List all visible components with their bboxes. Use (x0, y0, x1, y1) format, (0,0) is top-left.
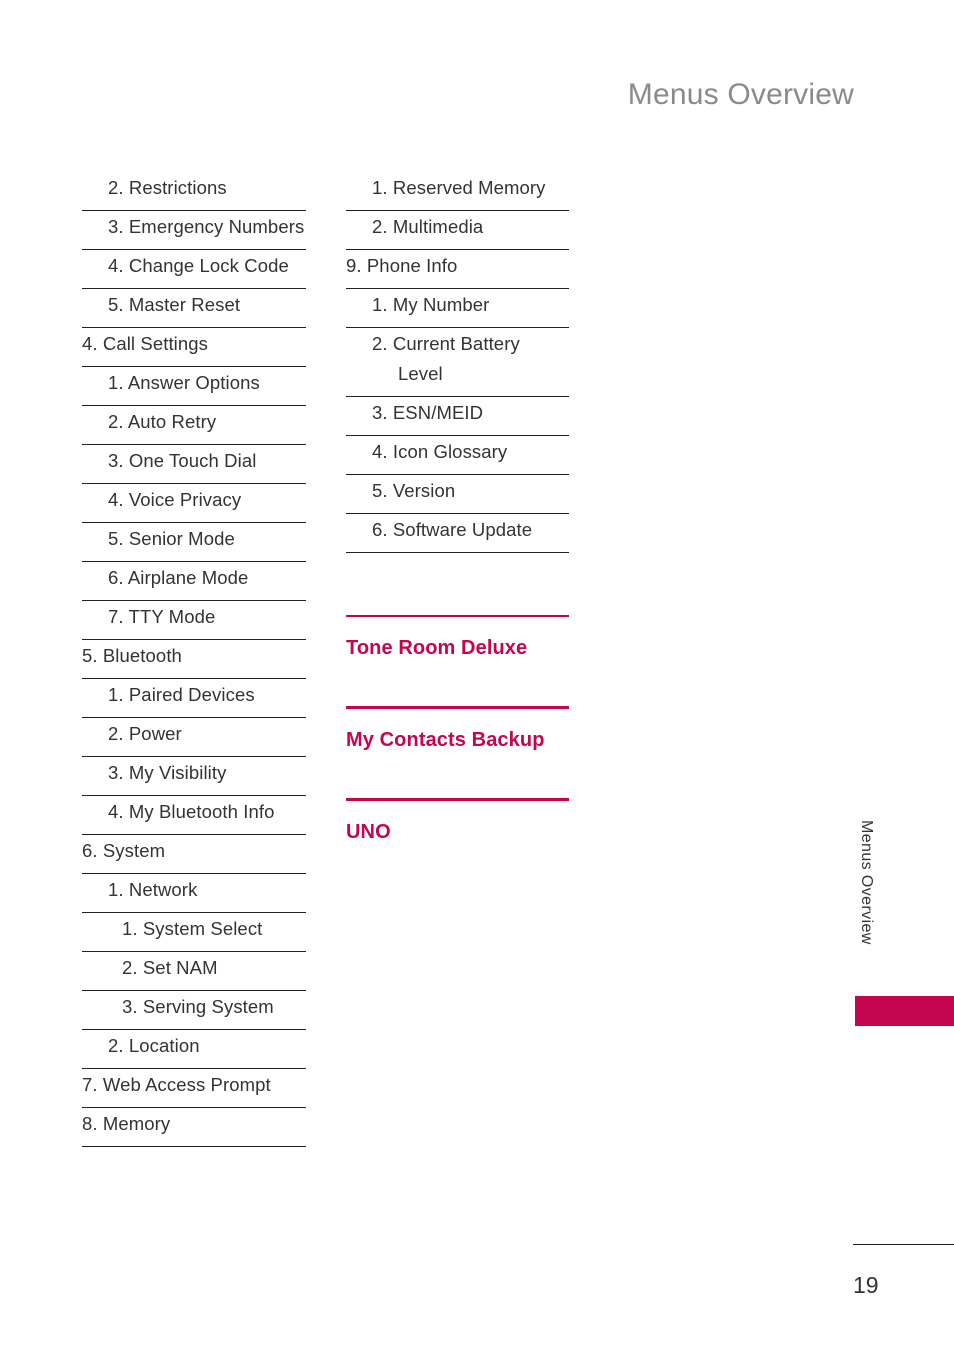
menu-item: 9. Phone Info (346, 250, 569, 289)
menu-item-label: 2. Set NAM (122, 957, 218, 978)
footer-rule (853, 1244, 954, 1245)
menu-item: 3. Serving System (82, 991, 306, 1030)
menu-item-label: 2. Location (108, 1035, 200, 1056)
menu-item: 1. Answer Options (82, 367, 306, 406)
menu-item-label: 3. Serving System (122, 996, 274, 1017)
menu-item: 3. My Visibility (82, 757, 306, 796)
menu-item: 1. System Select (82, 913, 306, 952)
section-block: UNO (346, 798, 569, 844)
menu-item: 2. Auto Retry (82, 406, 306, 445)
menu-item-label: 7. Web Access Prompt (82, 1074, 271, 1095)
menu-item-label: 4. My Bluetooth Info (108, 801, 275, 822)
menu-item-label: 7. TTY Mode (108, 606, 216, 627)
menu-item: 6. Software Update (346, 514, 569, 553)
menu-item-label: 2. Auto Retry (108, 411, 217, 432)
menu-item-label: 6. Airplane Mode (108, 567, 249, 588)
menu-item-label: 1. System Select (122, 918, 263, 939)
menu-item-label: 3. ESN/MEID (372, 402, 484, 423)
menu-item: 5. Master Reset (82, 289, 306, 328)
page-title: Menus Overview (627, 78, 854, 111)
menu-item: 4. Icon Glossary (346, 436, 569, 475)
menu-column-right: 1. Reserved Memory 2. Multimedia 9. Phone … (346, 172, 569, 844)
menu-item-label: 8. Memory (82, 1113, 171, 1134)
menu-item: 4. Call Settings (82, 328, 306, 367)
menu-item-label: 2. Restrictions (108, 177, 227, 198)
menu-item-label: 5. Senior Mode (108, 528, 235, 549)
menu-item-label: 2. Multimedia (372, 216, 484, 237)
menu-item-label: 9. Phone Info (346, 255, 458, 276)
side-tab: Menus Overview (853, 820, 879, 1000)
menu-item-label: 4. Change Lock Code (108, 255, 289, 276)
menu-item: 5. Senior Mode (82, 523, 306, 562)
menu-item-label: 3. One Touch Dial (108, 450, 257, 471)
menu-item: 3. ESN/MEID (346, 397, 569, 436)
menu-item-label: 1. Network (108, 879, 198, 900)
menu-list-right: 1. Reserved Memory 2. Multimedia 9. Phone … (346, 172, 569, 553)
menu-item-label: 5. Bluetooth (82, 645, 182, 666)
menu-item: 1. Reserved Memory (346, 172, 569, 211)
menu-item-label: 4. Voice Privacy (108, 489, 242, 510)
menu-item-label: 2. Power (108, 723, 182, 744)
section-block: Tone Room Deluxe (346, 615, 569, 660)
menu-item: 2. Multimedia (346, 211, 569, 250)
menu-item: 5. Bluetooth (82, 640, 306, 679)
menu-item-label: 2. Current Battery Level (372, 333, 520, 384)
menu-item: 7. Web Access Prompt (82, 1069, 306, 1108)
menu-list-left: 2. Restrictions 3. Emergency Numbers 4. Ch… (82, 172, 306, 1147)
menu-item: 4. Change Lock Code (82, 250, 306, 289)
menu-item-label: 4. Icon Glossary (372, 441, 508, 462)
menu-column-left: 2. Restrictions 3. Emergency Numbers 4. Ch… (82, 172, 306, 1147)
section-block: My Contacts Backup (346, 706, 569, 752)
menu-item: 2. Location (82, 1030, 306, 1069)
menu-item: 1. Network (82, 874, 306, 913)
menu-item: 6. Airplane Mode (82, 562, 306, 601)
menu-item-label: 1. Answer Options (108, 372, 260, 393)
menu-item: 4. Voice Privacy (82, 484, 306, 523)
menu-item-label: 1. My Number (372, 294, 490, 315)
menu-item-label: 1. Reserved Memory (372, 177, 546, 198)
menu-item: 4. My Bluetooth Info (82, 796, 306, 835)
menu-item: 2. Set NAM (82, 952, 306, 991)
page-number: 19 (853, 1272, 879, 1298)
menu-item-label: 6. System (82, 840, 166, 861)
section-title: UNO (346, 821, 391, 843)
menu-item-label: 6. Software Update (372, 519, 533, 540)
menu-item: 3. Emergency Numbers (82, 211, 306, 250)
menu-item-label: 3. My Visibility (108, 762, 227, 783)
menu-item: 6. System (82, 835, 306, 874)
menu-item: 3. One Touch Dial (82, 445, 306, 484)
menu-item-label: 3. Emergency Numbers (108, 216, 305, 237)
menu-item: 1. Paired Devices (82, 679, 306, 718)
menu-item: 2. Power (82, 718, 306, 757)
menu-item: 2. Current Battery Level (346, 328, 569, 397)
menu-item-label: 5. Master Reset (108, 294, 241, 315)
menu-item: 7. TTY Mode (82, 601, 306, 640)
side-tab-label: Menus Overview (858, 820, 875, 945)
section-title: Tone Room Deluxe (346, 637, 528, 659)
menu-item-label: 1. Paired Devices (108, 684, 255, 705)
document-page: Menus Overview 2. Restrictions 3. Emergen… (0, 0, 954, 1371)
menu-item-label: 5. Version (372, 480, 456, 501)
section-blocks: Tone Room Deluxe My Contacts Backup UNO (346, 615, 569, 844)
menu-item: 2. Restrictions (82, 172, 306, 211)
menu-item: 5. Version (346, 475, 569, 514)
section-title: My Contacts Backup (346, 729, 545, 751)
side-tab-color-block (855, 996, 954, 1026)
menu-item: 1. My Number (346, 289, 569, 328)
menu-item-label: 4. Call Settings (82, 333, 209, 354)
menu-item: 8. Memory (82, 1108, 306, 1147)
